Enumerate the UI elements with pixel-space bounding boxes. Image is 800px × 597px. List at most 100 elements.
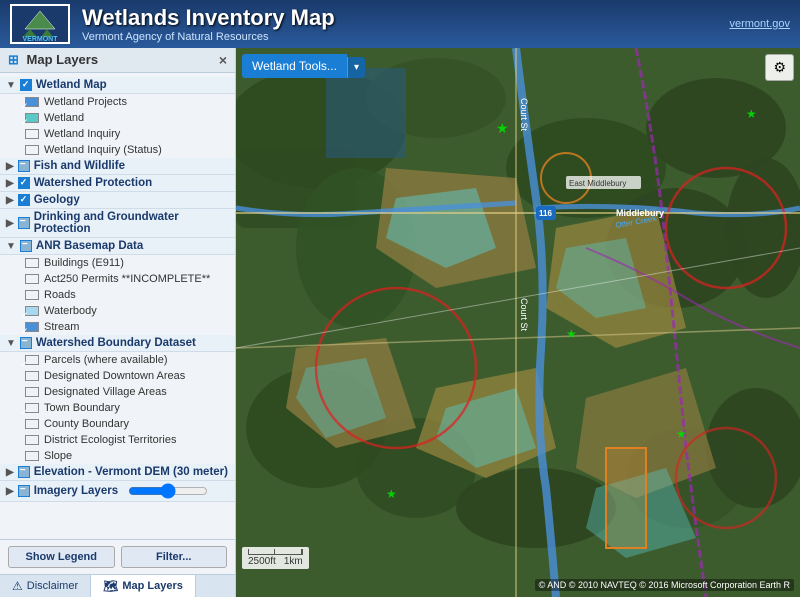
- group-anr-basemap-header[interactable]: ▼ ANR Basemap Data: [0, 238, 235, 255]
- group-geology-label: Geology: [34, 194, 80, 206]
- imagery-opacity-slider[interactable]: [128, 483, 208, 499]
- svg-text:★: ★: [496, 120, 509, 136]
- group-watershed-boundary-check[interactable]: [20, 337, 32, 349]
- map-attribution: © AND © 2010 NAVTEQ © 2016 Microsoft Cor…: [535, 579, 794, 591]
- layer-county[interactable]: County Boundary: [0, 416, 235, 432]
- group-geology-header[interactable]: ▶ Geology: [0, 192, 235, 209]
- layer-roads-label: Roads: [44, 289, 76, 301]
- layer-slope[interactable]: Slope: [0, 448, 235, 464]
- scale-labels: 2500ft 1km: [248, 556, 303, 567]
- app-title: Wetlands Inventory Map: [82, 5, 729, 31]
- group-geology: ▶ Geology: [0, 192, 235, 209]
- group-drinking-water-check[interactable]: [18, 217, 30, 229]
- group-elevation-header[interactable]: ▶ Elevation - Vermont DEM (30 meter): [0, 464, 235, 481]
- svg-text:★: ★: [746, 107, 757, 121]
- layer-district[interactable]: District Ecologist Territories: [0, 432, 235, 448]
- scale-distance1: 2500ft: [248, 556, 276, 567]
- layer-buildings[interactable]: Buildings (E911): [0, 255, 235, 271]
- group-fish-wildlife-check[interactable]: [18, 160, 30, 172]
- group-watershed-protection: ▶ Watershed Protection: [0, 175, 235, 192]
- layer-waterbody[interactable]: Waterbody: [0, 303, 235, 319]
- gov-link[interactable]: vermont.gov: [729, 18, 790, 30]
- map-tools-right: ⚙: [765, 54, 794, 81]
- map-layers-tab-icon: 🗺: [103, 579, 118, 593]
- layer-wetland-inquiry[interactable]: Wetland Inquiry: [0, 126, 235, 142]
- vermont-logo: VERMONT: [10, 4, 70, 44]
- sidebar-title-text: Map Layers: [27, 52, 99, 67]
- sidebar-collapse-btn[interactable]: ×: [219, 52, 227, 68]
- map-settings-button[interactable]: ⚙: [765, 54, 794, 81]
- show-legend-button[interactable]: Show Legend: [8, 546, 115, 568]
- tab-map-layers[interactable]: 🗺 Map Layers: [91, 575, 196, 597]
- group-watershed-protection-check[interactable]: [18, 177, 30, 189]
- layer-district-label: District Ecologist Territories: [44, 434, 176, 446]
- layer-county-label: County Boundary: [44, 418, 129, 430]
- app-header: VERMONT Wetlands Inventory Map Vermont A…: [0, 0, 800, 48]
- layer-wetland[interactable]: Wetland: [0, 110, 235, 126]
- expand-icon: ▼: [6, 80, 16, 91]
- layer-act250-label: Act250 Permits **INCOMPLETE**: [44, 273, 210, 285]
- layer-wetland-inquiry-status-swatch: [25, 145, 39, 155]
- layer-buildings-swatch: [25, 258, 39, 268]
- group-anr-basemap-check[interactable]: [20, 240, 32, 252]
- group-geology-check[interactable]: [18, 194, 30, 206]
- map-toolbar: Wetland Tools... ▾: [242, 54, 365, 78]
- group-wetland-map-header[interactable]: ▼ Wetland Map: [0, 77, 235, 94]
- layer-slope-label: Slope: [44, 450, 72, 462]
- expand-icon-wp: ▶: [6, 178, 14, 189]
- tab-disclaimer[interactable]: ⚠ Disclaimer: [0, 575, 91, 597]
- layer-wetland-inquiry-status[interactable]: Wetland Inquiry (Status): [0, 142, 235, 158]
- group-fish-wildlife: ▶ Fish and Wildlife: [0, 158, 235, 175]
- group-anr-basemap-label: ANR Basemap Data: [36, 240, 143, 252]
- layer-roads-swatch: [25, 290, 39, 300]
- group-wetland-map-check[interactable]: [20, 79, 32, 91]
- layer-village[interactable]: Designated Village Areas: [0, 384, 235, 400]
- layers-scroll[interactable]: ▼ Wetland Map Wetland Projects Wetland: [0, 73, 235, 539]
- tab-map-layers-label: Map Layers: [122, 580, 183, 592]
- group-watershed-boundary-label: Watershed Boundary Dataset: [36, 337, 196, 349]
- app-subtitle: Vermont Agency of Natural Resources: [82, 31, 729, 43]
- layer-town-boundary[interactable]: Town Boundary: [0, 400, 235, 416]
- layer-parcels[interactable]: Parcels (where available): [0, 352, 235, 368]
- map-background: ★ ★ ★ ★ ★ Court St Court St 116 East Mid…: [236, 48, 800, 597]
- group-watershed-protection-label: Watershed Protection: [34, 177, 152, 189]
- expand-icon-dw: ▶: [6, 218, 14, 229]
- layer-stream[interactable]: Stream: [0, 319, 235, 335]
- group-fish-wildlife-label: Fish and Wildlife: [34, 160, 125, 172]
- group-watershed-protection-header[interactable]: ▶ Watershed Protection: [0, 175, 235, 192]
- layer-wetland-label: Wetland: [44, 112, 84, 124]
- group-wetland-map: ▼ Wetland Map Wetland Projects Wetland: [0, 77, 235, 158]
- sidebar-header[interactable]: ⊞ Map Layers ×: [0, 48, 235, 73]
- layer-wetland-inquiry-swatch: [25, 129, 39, 139]
- group-watershed-boundary-header[interactable]: ▼ Watershed Boundary Dataset: [0, 335, 235, 352]
- group-imagery-header[interactable]: ▶ Imagery Layers: [0, 481, 235, 502]
- svg-text:Court St: Court St: [519, 98, 529, 132]
- group-elevation-check[interactable]: [18, 466, 30, 478]
- layer-district-swatch: [25, 435, 39, 445]
- wetland-tools-dropdown[interactable]: ▾: [347, 57, 365, 78]
- scale-bar: 2500ft 1km: [242, 547, 309, 569]
- tab-bar: ⚠ Disclaimer 🗺 Map Layers: [0, 574, 235, 597]
- wetland-tools-label: Wetland Tools...: [252, 59, 337, 73]
- layer-roads[interactable]: Roads: [0, 287, 235, 303]
- scale-distance2: 1km: [284, 556, 303, 567]
- svg-text:Court St: Court St: [519, 298, 529, 332]
- group-drinking-water: ▶ Drinking and Groundwater Protection: [0, 209, 235, 238]
- group-fish-wildlife-header[interactable]: ▶ Fish and Wildlife: [0, 158, 235, 175]
- wetland-tools-button[interactable]: Wetland Tools...: [242, 54, 347, 78]
- svg-text:★: ★: [386, 487, 397, 501]
- expand-icon-elev: ▶: [6, 467, 14, 478]
- map-area[interactable]: ★ ★ ★ ★ ★ Court St Court St 116 East Mid…: [236, 48, 800, 597]
- group-imagery-check[interactable]: [18, 485, 30, 497]
- layer-act250-swatch: [25, 274, 39, 284]
- group-drinking-water-header[interactable]: ▶ Drinking and Groundwater Protection: [0, 209, 235, 238]
- filter-button[interactable]: Filter...: [121, 546, 228, 568]
- layer-act250[interactable]: Act250 Permits **INCOMPLETE**: [0, 271, 235, 287]
- scale-half2: [275, 549, 301, 554]
- svg-text:★: ★: [566, 327, 577, 341]
- layer-downtown[interactable]: Designated Downtown Areas: [0, 368, 235, 384]
- sidebar-title: ⊞ Map Layers: [8, 52, 98, 68]
- layer-slope-swatch: [25, 451, 39, 461]
- layer-wetland-projects[interactable]: Wetland Projects: [0, 94, 235, 110]
- layer-town-boundary-label: Town Boundary: [44, 402, 120, 414]
